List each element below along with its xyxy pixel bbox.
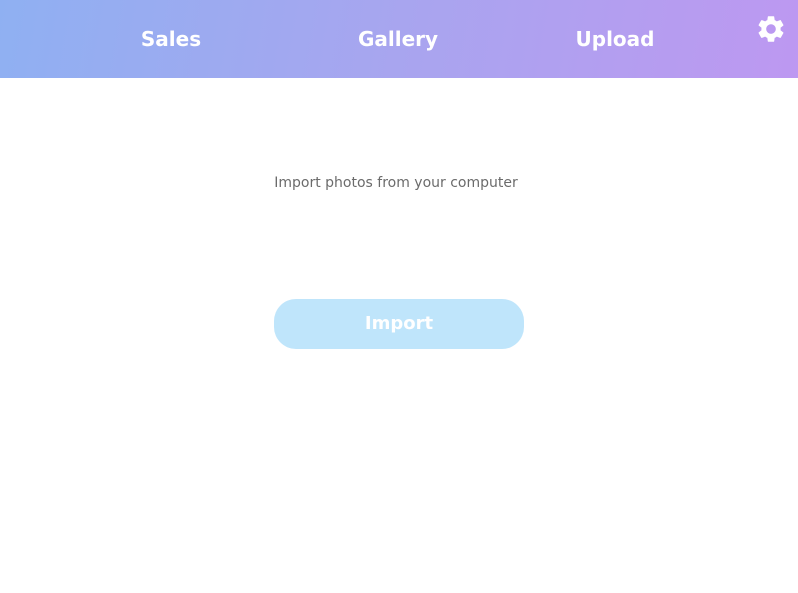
- nav-item-sales[interactable]: Sales: [121, 24, 221, 54]
- gear-icon: [758, 16, 784, 42]
- import-description: Import photos from your computer: [274, 175, 518, 191]
- settings-button[interactable]: [755, 13, 787, 45]
- nav-item-gallery[interactable]: Gallery: [343, 24, 453, 54]
- top-navigation-bar: Sales Gallery Upload: [0, 0, 798, 78]
- nav-item-upload[interactable]: Upload: [565, 24, 665, 54]
- import-button[interactable]: Import: [274, 299, 524, 349]
